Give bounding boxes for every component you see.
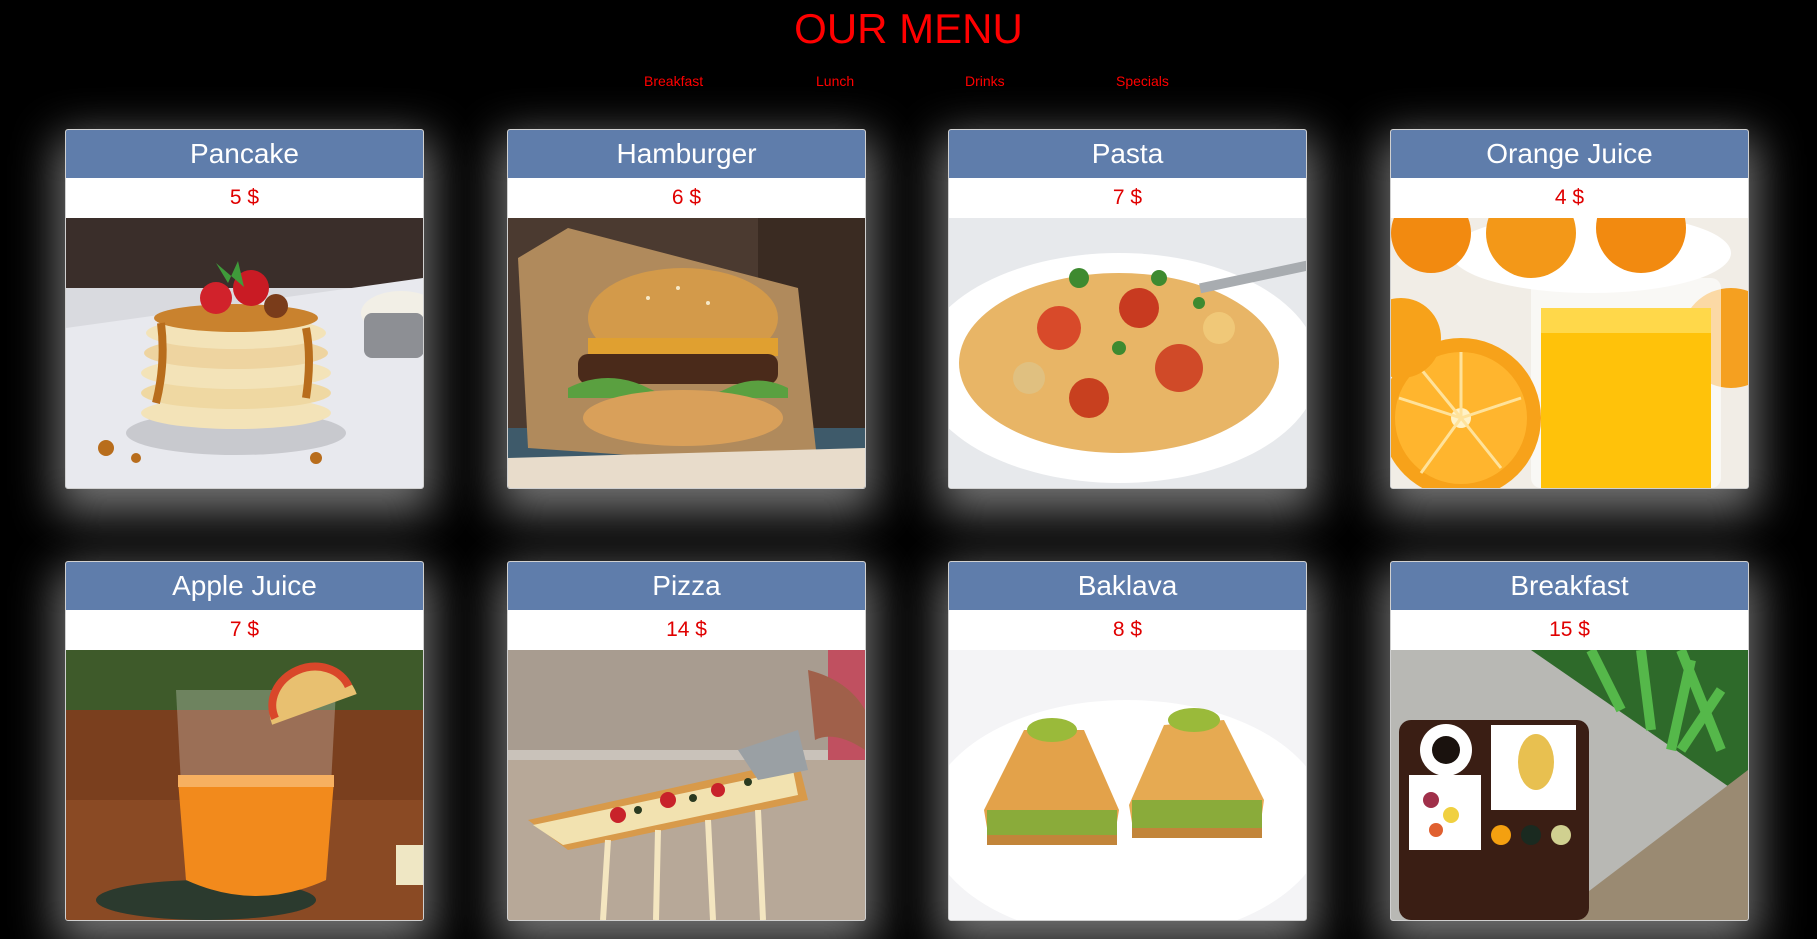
hamburger-photo — [508, 218, 865, 488]
nav-link-lunch[interactable]: Lunch — [816, 72, 854, 90]
card-title: Orange Juice — [1391, 130, 1748, 178]
baklava-photo — [949, 650, 1306, 920]
pizza-slice-photo — [508, 650, 865, 920]
card-title: Pizza — [508, 562, 865, 610]
card-title: Pasta — [949, 130, 1306, 178]
orange-juice-photo — [1391, 218, 1748, 488]
apple-juice-photo — [66, 650, 423, 920]
card-title: Pancake — [66, 130, 423, 178]
card-price: 4 $ — [1391, 178, 1748, 218]
nav-link-breakfast[interactable]: Breakfast — [644, 72, 703, 90]
menu-card-orange-juice[interactable]: Orange Juice 4 $ — [1390, 129, 1749, 489]
card-price: 7 $ — [66, 610, 423, 650]
menu-card-apple-juice[interactable]: Apple Juice 7 $ — [65, 561, 424, 921]
card-title: Apple Juice — [66, 562, 423, 610]
menu-card-baklava[interactable]: Baklava 8 $ — [948, 561, 1307, 921]
menu-card-pancake[interactable]: Pancake 5 $ — [65, 129, 424, 489]
nav-link-drinks[interactable]: Drinks — [965, 72, 1005, 90]
card-title: Breakfast — [1391, 562, 1748, 610]
breakfast-tray-photo — [1391, 650, 1748, 920]
menu-nav: Breakfast Lunch Drinks Specials — [0, 72, 1817, 90]
menu-card-pasta[interactable]: Pasta 7 $ — [948, 129, 1307, 489]
menu-card-pizza[interactable]: Pizza 14 $ — [507, 561, 866, 921]
card-price: 8 $ — [949, 610, 1306, 650]
nav-link-specials[interactable]: Specials — [1116, 72, 1169, 90]
card-price: 14 $ — [508, 610, 865, 650]
menu-card-breakfast[interactable]: Breakfast 15 $ — [1390, 561, 1749, 921]
card-price: 15 $ — [1391, 610, 1748, 650]
card-price: 6 $ — [508, 178, 865, 218]
card-price: 7 $ — [949, 178, 1306, 218]
page-title: OUR MENU — [794, 5, 1023, 52]
pasta-bowl-photo — [949, 218, 1306, 488]
card-title: Baklava — [949, 562, 1306, 610]
menu-card-hamburger[interactable]: Hamburger 6 $ — [507, 129, 866, 489]
pancake-stack-photo — [66, 218, 423, 488]
card-price: 5 $ — [66, 178, 423, 218]
card-title: Hamburger — [508, 130, 865, 178]
